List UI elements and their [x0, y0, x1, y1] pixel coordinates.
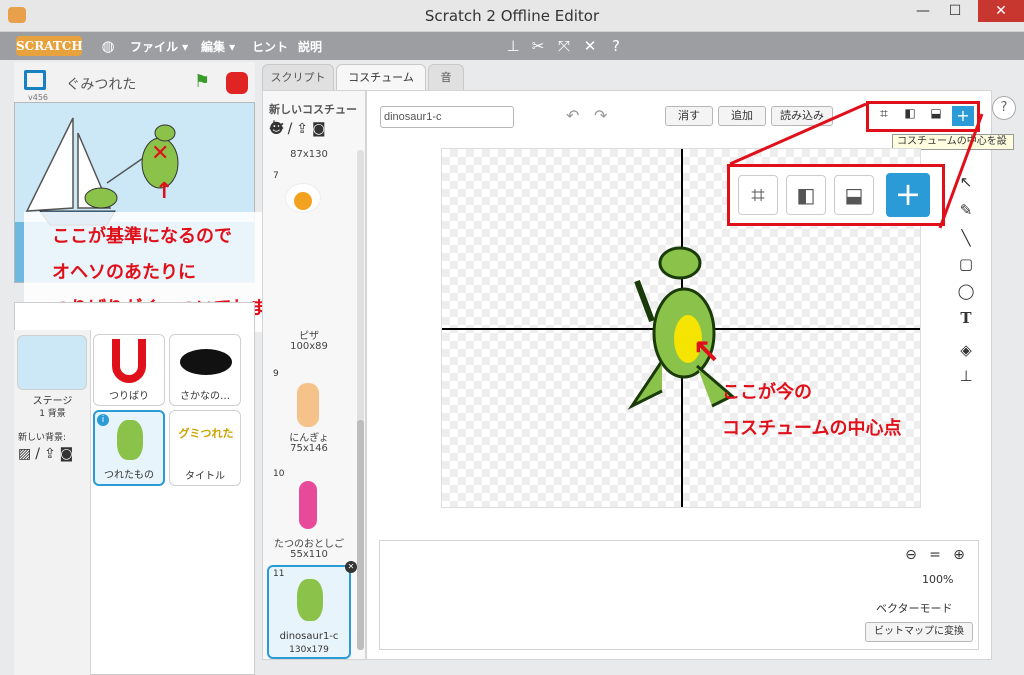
sprite-label: つれたもの: [104, 470, 154, 481]
costume-name: ピザ: [299, 331, 319, 342]
redo-icon[interactable]: ↷: [594, 106, 614, 126]
zoom-reset-icon[interactable]: =: [926, 547, 944, 565]
hook-icon: [112, 339, 146, 383]
stage-column: ステージ 1 背景 新しい背景: ▨/⇪◙: [14, 330, 91, 675]
costume-size: 100x89: [290, 341, 328, 352]
stop-icon[interactable]: [226, 72, 248, 94]
menu-tips[interactable]: ヒント: [252, 38, 288, 55]
annotation-line-2: コスチュームの中心点: [722, 418, 902, 439]
undo-icon[interactable]: ↶: [566, 106, 586, 126]
zoom-in-icon[interactable]: ⊕: [950, 547, 968, 565]
version-label: v456: [28, 93, 49, 102]
annotation-line-1: ここが今の: [722, 382, 812, 403]
egg-icon[interactable]: [285, 183, 321, 213]
backdrop-count: 1 背景: [39, 409, 66, 419]
scratch-logo[interactable]: SCRATCH: [16, 36, 83, 56]
info-icon[interactable]: i: [97, 414, 109, 426]
fill-tool-icon[interactable]: ◈: [956, 340, 976, 360]
maximize-button[interactable]: ☐: [940, 0, 970, 22]
costume-size: 130x179: [289, 645, 329, 655]
sprite-tile-caught[interactable]: i つれたもの: [93, 410, 165, 486]
costume-name: dinosaur1-c: [279, 631, 339, 642]
backdrop-tools[interactable]: ▨/⇪◙: [18, 446, 77, 462]
costume-list-scrollbar[interactable]: [357, 150, 364, 650]
costume-number: 9: [273, 369, 279, 379]
minimize-button[interactable]: —: [908, 0, 938, 22]
title-logo: グミつれた: [178, 427, 234, 440]
menu-about[interactable]: 説明: [298, 38, 322, 55]
ellipse-tool-icon[interactable]: ◯: [956, 281, 976, 301]
stage-thumbnail[interactable]: [17, 335, 87, 390]
help-icon[interactable]: ?: [992, 96, 1016, 120]
globe-icon[interactable]: ◍: [98, 36, 118, 56]
costume-size: 87x130: [290, 149, 328, 160]
new-backdrop-label: 新しい背景:: [18, 433, 67, 443]
sprite-label: タイトル: [185, 471, 225, 482]
sprite-label: つりばり: [109, 391, 149, 402]
costume-name-input[interactable]: [380, 106, 514, 128]
costume-tile-selected[interactable]: 11 ✕ dinosaur1-c 130x179: [267, 561, 357, 659]
brush-tool-icon[interactable]: ✎: [956, 200, 976, 220]
costume-tools[interactable]: ☻/⇪◙: [269, 121, 330, 137]
rectangle-tool-icon[interactable]: ▢: [956, 254, 976, 274]
zoom-level: 100%: [922, 573, 954, 586]
costume-number: 10: [273, 469, 285, 479]
sprite-tile-fish[interactable]: さかなの…: [169, 334, 241, 406]
dinosaur-icon: [117, 420, 143, 460]
fullscreen-icon[interactable]: [24, 70, 46, 90]
annotation-connector-lines: [729, 102, 984, 229]
delete-costume-icon[interactable]: ✕: [345, 561, 357, 573]
text-tool-icon[interactable]: T: [956, 308, 976, 328]
stage-label: ステージ: [32, 396, 73, 407]
sprite-tile-hook[interactable]: つりばり: [93, 334, 165, 406]
menu-file[interactable]: ファイル ▾: [130, 38, 188, 55]
shrink-icon[interactable]: ✕: [580, 36, 600, 56]
sprite-label: さかなの…: [180, 391, 230, 402]
annotation-line-1: ここが基準になるので: [52, 226, 232, 247]
convert-bitmap-button[interactable]: ビットマップに変換: [865, 622, 973, 642]
menu-edit[interactable]: 編集 ▾: [201, 38, 235, 55]
select-tool-icon[interactable]: ↖: [956, 172, 976, 192]
costume-name: たつのおとしご: [274, 539, 344, 550]
tab-costumes[interactable]: コスチューム: [336, 64, 426, 90]
seahorse-icon[interactable]: [299, 481, 317, 529]
dinosaur-icon: [297, 579, 323, 621]
cut-icon[interactable]: ✂: [528, 36, 548, 56]
sprite-tile-title[interactable]: グミつれた タイトル: [169, 410, 241, 486]
stamp-tool-icon[interactable]: ⊥: [956, 366, 976, 386]
costume-size: 55x110: [290, 549, 328, 560]
costume-size: 75x146: [290, 443, 328, 454]
annotation-line-2: オヘソのあたりに: [52, 262, 196, 283]
window-title-bar: Scratch 2 Offline Editor: [0, 0, 1024, 32]
help-icon[interactable]: ?: [606, 36, 626, 56]
fish-icon: [180, 349, 232, 375]
mermaid-icon[interactable]: [297, 383, 319, 427]
costume-name: にんぎょ: [289, 433, 329, 444]
cross-mark-icon: ✕: [151, 141, 170, 166]
costume-list: 新しいコスチューム: ☻/⇪◙ 87x130 7 ピザ 100x89 9 にんぎ…: [262, 90, 366, 660]
zoom-out-icon[interactable]: ⊖: [902, 547, 920, 565]
tab-scripts[interactable]: スクリプト: [262, 64, 334, 90]
tab-sounds[interactable]: 音: [428, 64, 464, 90]
green-flag-icon[interactable]: ⚑: [194, 71, 214, 93]
stamp-icon[interactable]: ⊥: [503, 36, 523, 56]
window-title: Scratch 2 Offline Editor: [424, 7, 600, 25]
grow-icon[interactable]: ⤧: [554, 36, 574, 56]
close-button[interactable]: ✕: [978, 0, 1024, 22]
menu-bar: SCRATCH ◍ ファイル ▾ 編集 ▾ ヒント 説明 ⊥ ✂ ⤧ ✕ ?: [0, 32, 1024, 60]
costume-number: 7: [273, 171, 279, 181]
stage-header: v456 ぐみつれた ⚑: [14, 62, 255, 102]
line-tool-icon[interactable]: ╲: [956, 228, 976, 248]
up-arrow-icon: ↑: [155, 179, 174, 204]
costume-number: 11: [273, 569, 285, 579]
clear-button[interactable]: 消す: [665, 106, 713, 126]
mode-label: ベクターモード: [876, 602, 953, 615]
project-name[interactable]: ぐみつれた: [66, 74, 136, 94]
